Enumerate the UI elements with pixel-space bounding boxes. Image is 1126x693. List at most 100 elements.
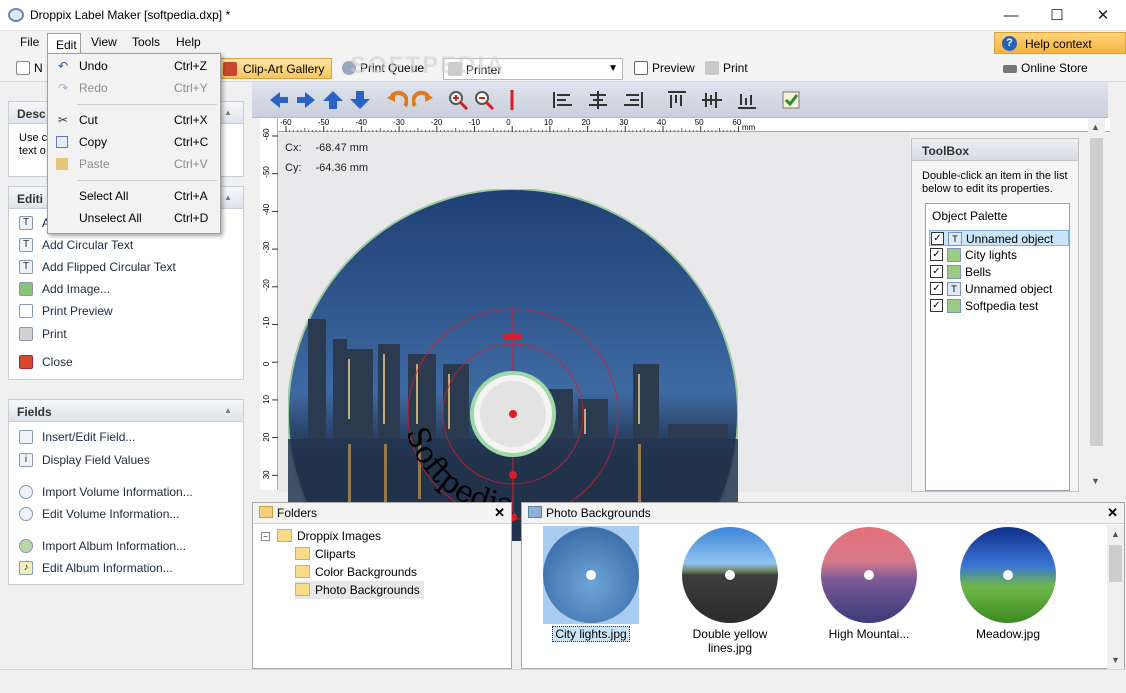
fields-panel: Fields ▲ Insert/Edit Field... i Display Fi… <box>8 399 244 585</box>
scroll-up-icon[interactable]: ▲ <box>1091 122 1100 132</box>
tree-item-color-backgrounds[interactable]: Color Backgrounds <box>295 563 417 581</box>
add-image-item[interactable]: Add Image... <box>17 279 110 299</box>
canvas-vertical-scrollbar[interactable]: ▲ ▼ <box>1088 118 1105 492</box>
tree-collapse-icon[interactable]: − <box>261 532 270 541</box>
close-item[interactable]: Close <box>17 352 73 372</box>
palette-item[interactable]: ✓ T Unnamed object <box>929 230 1069 246</box>
thumb-label[interactable]: City lights.jpg <box>531 626 651 642</box>
checkbox-checked-icon[interactable]: ✓ <box>930 299 943 312</box>
move-up-icon[interactable] <box>322 90 344 110</box>
check-properties-icon[interactable] <box>780 90 802 110</box>
collapse-icon[interactable]: ▲ <box>224 108 237 118</box>
close-icon[interactable]: ✕ <box>494 505 505 521</box>
checkbox-checked-icon[interactable]: ✓ <box>930 265 943 278</box>
rotate-right-icon[interactable] <box>411 90 434 110</box>
image-object-icon <box>947 299 961 313</box>
photos-scrollbar[interactable]: ▲ ▼ <box>1107 525 1124 669</box>
photo-backgrounds-panel: Photo Backgrounds ✕ City lights.jpg Doubl… <box>521 502 1125 669</box>
add-circular-text-item[interactable]: T Add Circular Text <box>17 235 133 255</box>
tree-root[interactable]: Droppix Images <box>277 527 381 545</box>
checkbox-checked-icon[interactable]: ✓ <box>931 232 944 245</box>
move-right-icon[interactable] <box>295 90 317 110</box>
maximize-button[interactable]: ☐ <box>1034 0 1080 31</box>
rotate-left-icon[interactable] <box>386 90 409 110</box>
palette-item[interactable]: ✓ City lights <box>929 247 1069 263</box>
menu-item-unselect-all[interactable]: Unselect All Ctrl+D <box>48 208 220 229</box>
cart-icon <box>1003 65 1017 73</box>
online-store-button[interactable]: Online Store <box>1001 58 1088 79</box>
scroll-down-icon[interactable]: ▼ <box>1091 476 1100 486</box>
close-icon[interactable]: ✕ <box>1107 505 1118 521</box>
palette-item[interactable]: ✓ T Unnamed object <box>929 281 1069 297</box>
vertical-ruler-ticks: -60 -50 -40 -30 -20 -10 0 10 20 30 <box>262 128 278 479</box>
palette-icon <box>223 62 237 76</box>
print-preview-item[interactable]: Print Preview <box>17 301 113 321</box>
add-flipped-circular-text-item[interactable]: T Add Flipped Circular Text <box>17 257 176 277</box>
thumb-label[interactable]: Meadow.jpg <box>948 627 1068 641</box>
palette-item[interactable]: ✓ Softpedia test <box>929 298 1069 314</box>
printer-icon <box>19 327 33 341</box>
checkbox-checked-icon[interactable]: ✓ <box>930 282 943 295</box>
menu-help[interactable]: Help <box>176 35 201 49</box>
tree-item-cliparts[interactable]: Cliparts <box>295 545 356 563</box>
print-item[interactable]: Print <box>17 324 67 344</box>
menu-tools[interactable]: Tools <box>132 35 160 49</box>
align-middle-icon[interactable] <box>701 90 723 110</box>
tree-item-photo-backgrounds[interactable]: Photo Backgrounds <box>295 581 424 599</box>
import-album-info-item[interactable]: Import Album Information... <box>17 536 186 556</box>
align-bottom-icon[interactable] <box>736 90 758 110</box>
move-left-icon[interactable] <box>268 90 290 110</box>
print-button[interactable]: Print <box>703 58 748 79</box>
zoom-out-icon[interactable] <box>473 90 495 111</box>
display-field-values-item[interactable]: i Display Field Values <box>17 450 150 470</box>
edit-volume-info-item[interactable]: Edit Volume Information... <box>17 504 179 524</box>
crosshair-icon[interactable] <box>507 90 517 110</box>
align-left-icon[interactable] <box>552 90 574 110</box>
clipart-gallery-button[interactable]: Clip-Art Gallery <box>220 58 332 79</box>
preview-button[interactable]: Preview <box>632 58 695 79</box>
menu-edit[interactable]: Edit <box>47 33 81 55</box>
move-down-icon[interactable] <box>349 90 371 110</box>
new-button[interactable]: N <box>14 58 43 79</box>
fields-panel-header[interactable]: Fields ▲ <box>9 400 243 422</box>
align-right-icon[interactable] <box>622 90 644 110</box>
menu-file[interactable]: File <box>20 35 39 49</box>
folder-icon <box>277 529 292 542</box>
scroll-up-icon[interactable]: ▲ <box>1111 529 1120 539</box>
align-center-icon[interactable] <box>587 90 609 110</box>
close-button[interactable]: ✕ <box>1080 0 1126 31</box>
help-context-button[interactable]: ? Help context <box>994 32 1126 54</box>
collapse-icon[interactable]: ▲ <box>224 406 237 416</box>
thumb-label[interactable]: Double yellow lines.jpg <box>670 627 790 655</box>
text-object-icon: T <box>947 282 961 296</box>
align-top-icon[interactable] <box>666 90 688 110</box>
menu-edit-label: Edit <box>56 38 77 52</box>
scroll-down-icon[interactable]: ▼ <box>1111 655 1120 665</box>
watermark: SOFTPEDIA <box>350 52 506 79</box>
edit-menu: ↶ Undo Ctrl+Z ↷ Redo Ctrl+Y ✂ Cut Ctrl+X Copy C… <box>47 53 221 234</box>
menu-item-select-all[interactable]: Select All Ctrl+A <box>48 186 220 207</box>
scrollbar-thumb[interactable] <box>1109 545 1122 582</box>
palette-item[interactable]: ✓ Bells <box>929 264 1069 280</box>
menu-item-undo[interactable]: ↶ Undo Ctrl+Z <box>48 56 220 77</box>
collapse-icon[interactable]: ▲ <box>224 193 237 203</box>
thumb-city-lights[interactable] <box>543 527 639 623</box>
scrollbar-thumb[interactable] <box>1090 138 1103 446</box>
insert-edit-field-item[interactable]: Insert/Edit Field... <box>17 427 135 447</box>
menu-bar: File View Tools Help <box>0 31 1126 55</box>
thumb-label[interactable]: High Mountai... <box>809 627 929 641</box>
ruler-label: -20 <box>431 118 443 127</box>
menu-view[interactable]: View <box>91 35 117 49</box>
add-text-item[interactable]: TA <box>17 213 50 233</box>
thumb-double-yellow-lines[interactable] <box>682 527 778 623</box>
edit-album-info-item[interactable]: ♪ Edit Album Information... <box>17 558 173 578</box>
menu-item-copy[interactable]: Copy Ctrl+C <box>48 132 220 153</box>
zoom-in-icon[interactable] <box>447 90 469 111</box>
minimize-button[interactable]: — <box>988 0 1034 31</box>
menu-item-cut[interactable]: ✂ Cut Ctrl+X <box>48 110 220 131</box>
thumb-high-mountains[interactable] <box>821 527 917 623</box>
horizontal-ruler-ticks: -60 -50 -40 -30 -20 -10 0 10 20 30 40 50 60mm <box>280 118 756 132</box>
thumb-meadow[interactable] <box>960 527 1056 623</box>
import-volume-info-item[interactable]: Import Volume Information... <box>17 482 193 502</box>
checkbox-checked-icon[interactable]: ✓ <box>930 248 943 261</box>
